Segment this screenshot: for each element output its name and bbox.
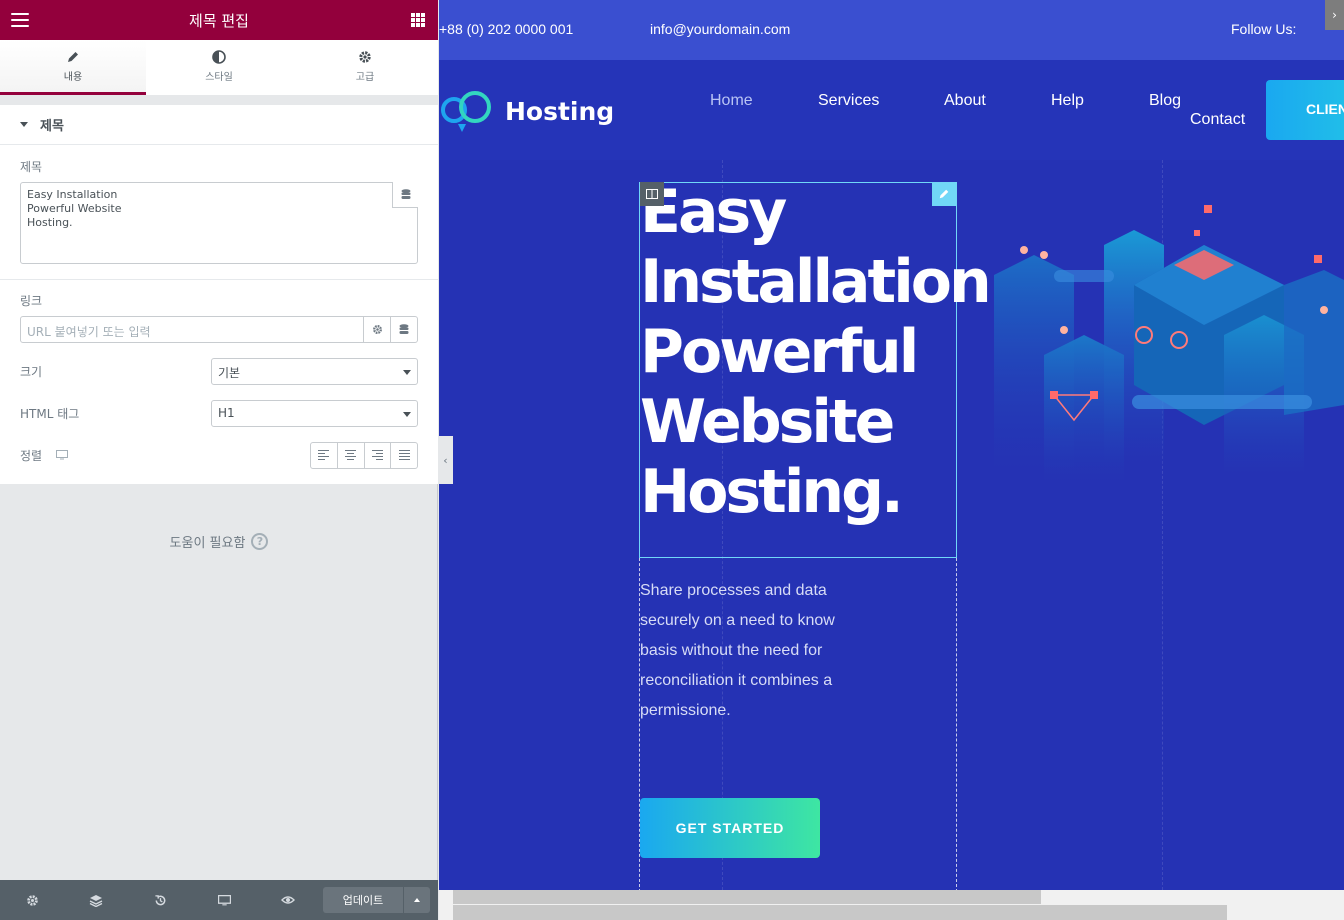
main-nav: Hosting Home Services About Help Blog Co… [439, 60, 1344, 160]
align-left-icon [318, 449, 330, 462]
editor-panel: 제목 편집 내용 스타일 고급 제목 제목 Easy Installation … [0, 0, 438, 920]
hosting-illustration [994, 205, 1344, 485]
nav-blog[interactable]: Blog [1149, 92, 1181, 110]
dynamic-tags-button-frame [392, 182, 418, 208]
size-field-label: 크기 [20, 365, 43, 379]
html-tag-select-value: H1 [218, 406, 235, 420]
link-options-button[interactable] [363, 317, 390, 342]
panel-tabs: 내용 스타일 고급 [0, 40, 438, 95]
gear-icon [372, 325, 382, 334]
eye-icon [281, 896, 295, 904]
html-tag-field-label: HTML 태그 [20, 407, 80, 421]
link-dynamic-button[interactable] [390, 317, 417, 342]
desktop-icon [217, 894, 231, 905]
email-address[interactable]: info@yourdomain.com [650, 21, 790, 37]
gear-icon [359, 50, 371, 63]
navigator-button[interactable] [64, 880, 128, 920]
database-icon [401, 189, 410, 199]
nav-about[interactable]: About [944, 92, 986, 110]
tab-style[interactable]: 스타일 [146, 40, 292, 95]
section-toggle-title[interactable]: 제목 [0, 105, 438, 145]
align-right-icon [371, 449, 383, 462]
link-url-input[interactable]: URL 붙여넣기 또는 입력 [20, 316, 418, 343]
chevron-down-icon [403, 412, 411, 417]
scroll-corner[interactable]: › [1325, 0, 1344, 30]
nav-home[interactable]: Home [710, 92, 753, 110]
page-preview: +88 (0) 202 0000 001 info@yourdomain.com… [439, 0, 1344, 890]
tab-separator [0, 95, 438, 105]
question-circle-icon: ? [251, 533, 269, 550]
follow-us-label: Follow Us: [1231, 21, 1297, 37]
tab-advanced-label: 고급 [355, 71, 375, 83]
scrollbar-thumb[interactable] [453, 905, 1227, 920]
panel-title: 제목 편집 [189, 11, 249, 30]
get-started-button[interactable]: GET STARTED [640, 798, 820, 858]
tab-content-label: 내용 [63, 71, 83, 83]
size-select[interactable]: 기본 [211, 358, 418, 385]
help-link[interactable]: 도움이 필요함 ? [0, 532, 438, 551]
update-button[interactable]: 업데이트 [323, 887, 403, 913]
align-right-button[interactable] [365, 443, 392, 468]
logo-mark-icon [441, 91, 491, 132]
top-bar: +88 (0) 202 0000 001 info@yourdomain.com… [439, 0, 1344, 60]
tab-style-label: 스타일 [205, 71, 233, 83]
edit-widget-button[interactable] [932, 182, 956, 206]
hero-description: Share processes and data securely on a n… [640, 582, 835, 719]
database-icon [399, 324, 409, 334]
title-textarea[interactable]: Easy Installation Powerful Website Hosti… [20, 182, 418, 264]
column-handle[interactable] [640, 182, 664, 206]
widgets-grid-icon[interactable] [411, 13, 425, 27]
alignment-field-label: 정렬 [20, 449, 43, 463]
dynamic-tags-button[interactable] [391, 182, 418, 209]
pencil-icon [68, 51, 78, 62]
contrast-icon [212, 49, 226, 64]
chevron-down-icon [403, 370, 411, 375]
settings-button[interactable] [0, 880, 64, 920]
alignment-toggle-group [310, 442, 418, 469]
logo-text: Hosting [505, 96, 615, 126]
history-button[interactable] [128, 880, 192, 920]
field-divider [0, 279, 438, 280]
client-area-button[interactable]: CLIEN [1266, 80, 1344, 140]
link-field-label: 링크 [20, 294, 43, 308]
controls-body: 제목 제목 Easy Installation Powerful Website… [0, 105, 438, 484]
desktop-icon[interactable] [56, 450, 68, 460]
responsive-mode-button[interactable] [192, 880, 256, 920]
save-options-button[interactable] [404, 887, 430, 913]
collapse-panel-button[interactable]: ‹ [438, 436, 453, 484]
link-url-placeholder: URL 붙여넣기 또는 입력 [27, 325, 151, 339]
gear-icon [26, 894, 38, 906]
panel-header: 제목 편집 [0, 0, 438, 40]
align-center-button[interactable] [338, 443, 365, 468]
tab-content[interactable]: 내용 [0, 40, 146, 95]
hero-heading[interactable]: Easy Installation Powerful Website Hosti… [640, 177, 992, 527]
columns-icon [646, 189, 658, 199]
history-icon [154, 894, 165, 905]
help-text: 도움이 필요함 [169, 536, 246, 551]
nav-services[interactable]: Services [818, 92, 879, 110]
title-field-label: 제목 [20, 160, 43, 174]
site-logo[interactable]: Hosting [439, 88, 614, 134]
phone-number: +88 (0) 202 0000 001 [439, 21, 574, 37]
align-left-button[interactable] [311, 443, 338, 468]
menu-icon[interactable] [11, 13, 29, 27]
pencil-icon [939, 189, 949, 199]
scrollbar-thumb[interactable] [453, 890, 1041, 904]
html-tag-select[interactable]: H1 [211, 400, 418, 427]
align-center-icon [345, 449, 357, 462]
horizontal-scrollbar[interactable] [439, 890, 1344, 920]
section-title: 제목 [40, 119, 64, 134]
caret-up-icon [414, 898, 420, 902]
nav-contact[interactable]: Contact [1190, 111, 1245, 129]
layers-icon [89, 894, 103, 907]
size-select-value: 기본 [218, 366, 241, 380]
preview-changes-button[interactable] [256, 880, 320, 920]
nav-help[interactable]: Help [1051, 92, 1084, 110]
caret-down-icon [20, 122, 28, 127]
panel-footer: 업데이트 [0, 880, 438, 920]
tab-advanced[interactable]: 고급 [292, 40, 438, 95]
align-justify-icon [398, 449, 410, 462]
align-justify-button[interactable] [391, 443, 417, 468]
